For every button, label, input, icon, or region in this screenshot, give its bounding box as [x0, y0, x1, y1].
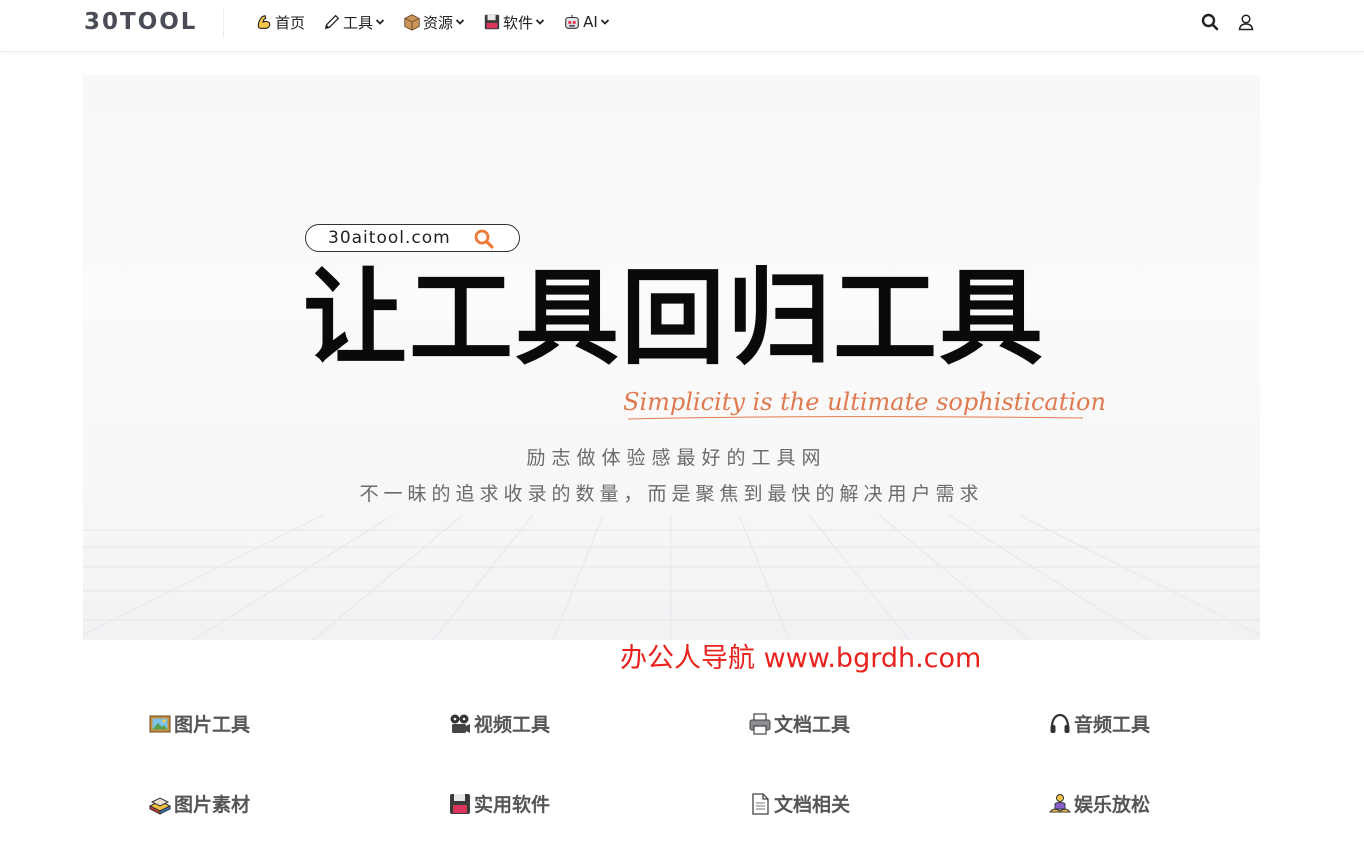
- nav-label: 首页: [275, 13, 306, 32]
- nav-label: 工具: [343, 13, 374, 32]
- floppy-disk-icon: [450, 793, 470, 814]
- category-document-tools[interactable]: 文档工具: [748, 710, 850, 737]
- category-label: 图片工具: [174, 714, 251, 736]
- header-actions: [1200, 12, 1256, 32]
- top-navbar: 30TOOL 首页 工具 资源 软件 AI: [0, 0, 1364, 52]
- nav-item-resources[interactable]: 资源: [403, 11, 465, 33]
- chevron-down-icon: [375, 19, 385, 25]
- flexed-arm-icon: [257, 15, 271, 29]
- category-useful-software[interactable]: 实用软件: [448, 790, 550, 817]
- category-image-tools[interactable]: 图片工具: [148, 710, 250, 737]
- category-label: 文档工具: [774, 714, 851, 736]
- chevron-down-icon: [455, 19, 465, 25]
- logo-divider: [223, 8, 224, 38]
- main-nav: 首页 工具 资源 软件 AI: [255, 11, 628, 33]
- framed-picture-icon: [149, 715, 171, 732]
- hero-subtitle-1: 励志做体验感最好的工具网: [526, 447, 827, 469]
- hero-banner: 30aitool.com 让工具回归工具 Simplicity is the u…: [83, 75, 1260, 640]
- chevron-down-icon: [535, 19, 545, 25]
- headphones-icon: [1050, 713, 1070, 733]
- category-label: 音频工具: [1074, 714, 1151, 736]
- hero-tagline: Simplicity is the ultimate sophisticatio…: [623, 388, 1106, 416]
- watermark-text: 办公人导航 www.bgrdh.com: [620, 643, 982, 674]
- nav-label: 资源: [423, 13, 454, 32]
- floppy-disk-icon: [484, 14, 500, 30]
- search-pill-text: 30aitool.com: [328, 228, 451, 248]
- category-image-assets[interactable]: 图片素材: [148, 790, 250, 817]
- category-entertainment[interactable]: 娱乐放松: [1048, 790, 1150, 817]
- category-label: 文档相关: [774, 794, 851, 816]
- category-document-related[interactable]: 文档相关: [748, 790, 850, 817]
- hero-subtitle-2: 不一昧的追求收录的数量，而是聚焦到最快的解决用户需求: [359, 483, 984, 505]
- page-icon: [752, 792, 769, 815]
- search-pill: 30aitool.com: [305, 224, 520, 252]
- tagline-underline: [628, 416, 1083, 420]
- hero-headline: 让工具回归工具: [303, 257, 1046, 379]
- meditation-icon: [1048, 793, 1072, 812]
- user-icon[interactable]: [1236, 12, 1256, 32]
- magnifier-icon: [474, 229, 494, 249]
- site-logo[interactable]: 30TOOL: [84, 9, 197, 35]
- chevron-down-icon: [600, 19, 609, 25]
- nav-label: 软件: [503, 13, 534, 32]
- category-label: 实用软件: [474, 794, 551, 816]
- nav-item-software[interactable]: 软件: [483, 11, 545, 33]
- category-label: 娱乐放松: [1074, 794, 1151, 816]
- category-video-tools[interactable]: 视频工具: [448, 710, 550, 737]
- nav-item-ai[interactable]: AI: [563, 11, 610, 33]
- nav-item-home[interactable]: 首页: [255, 11, 305, 33]
- books-icon: [148, 796, 172, 815]
- nav-label: AI: [583, 13, 598, 31]
- film-projector-icon: [450, 714, 470, 733]
- category-audio-tools[interactable]: 音频工具: [1048, 710, 1150, 737]
- pencil-icon: [324, 14, 340, 30]
- category-label: 图片素材: [174, 794, 251, 816]
- search-icon[interactable]: [1200, 12, 1220, 32]
- robot-icon: [565, 14, 579, 29]
- nav-item-tools[interactable]: 工具: [323, 11, 385, 33]
- package-icon: [404, 14, 420, 31]
- category-label: 视频工具: [474, 714, 551, 736]
- printer-icon: [749, 712, 771, 735]
